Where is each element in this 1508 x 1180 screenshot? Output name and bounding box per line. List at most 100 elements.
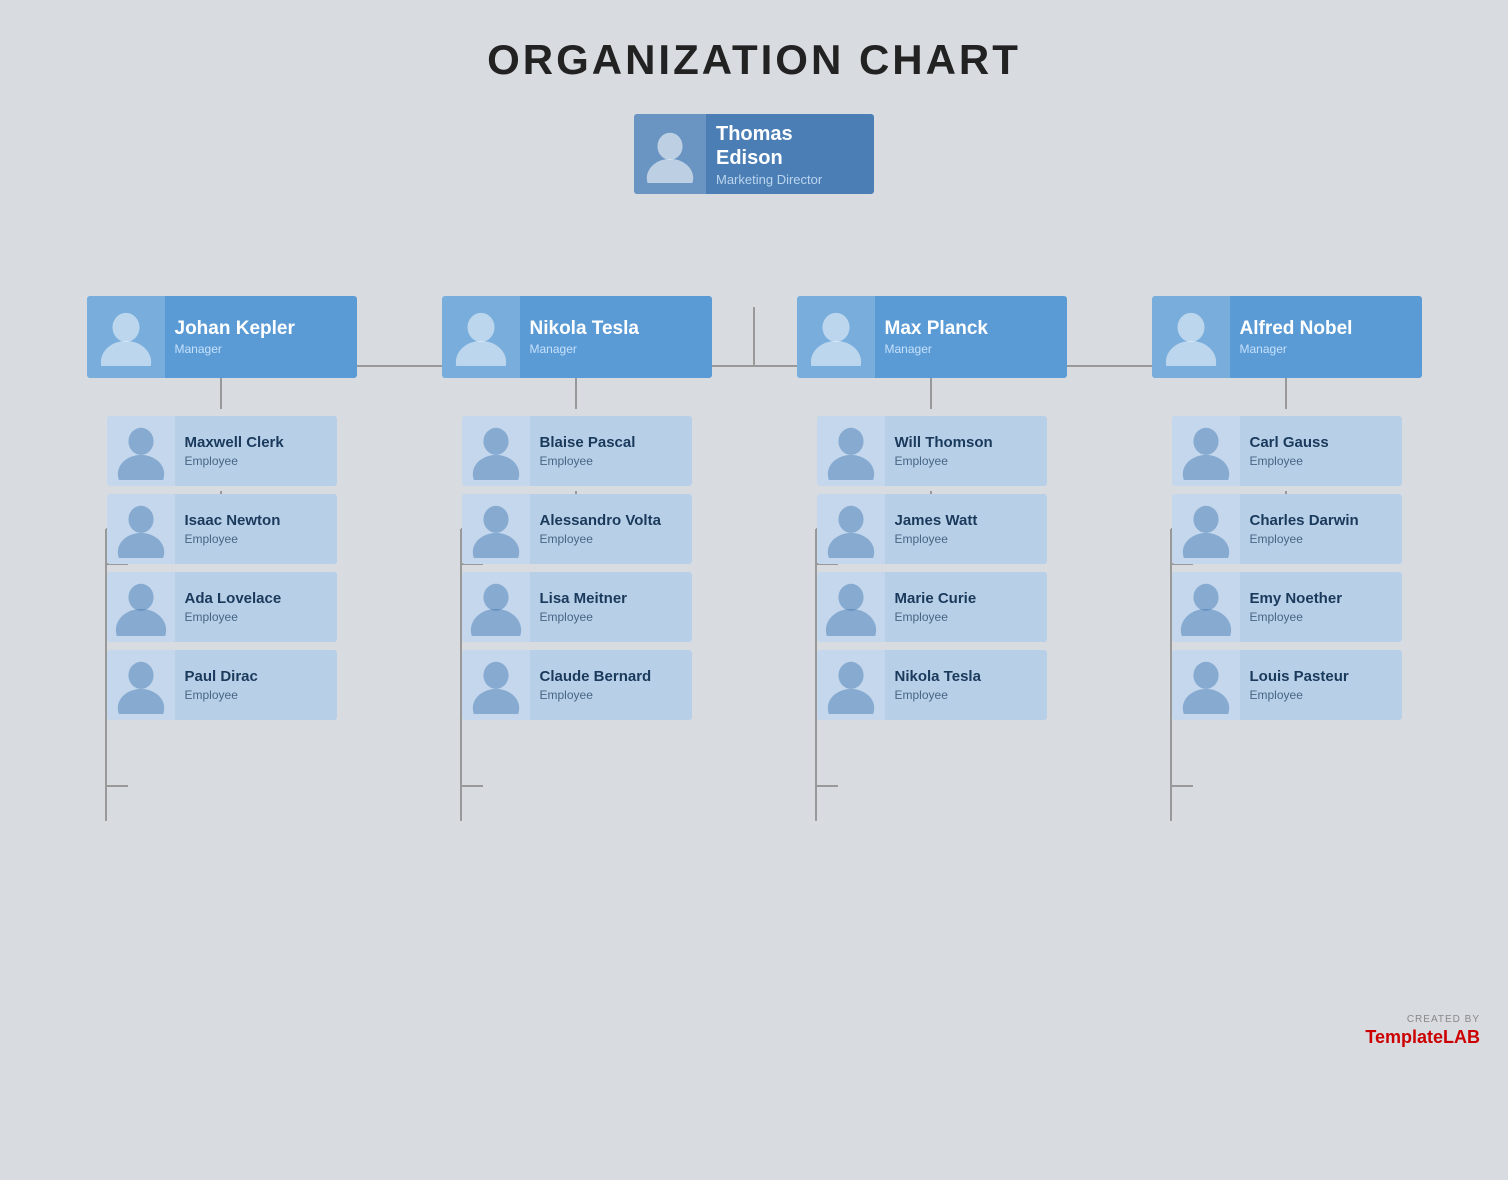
manager-role-1: Manager [530, 342, 639, 356]
employee-card[interactable]: Alessandro Volta Employee [462, 494, 692, 564]
avatar [462, 494, 530, 564]
emp-role: Employee [1250, 610, 1343, 624]
avatar [817, 650, 885, 720]
employee-card[interactable]: Ada Lovelace Employee [107, 572, 337, 642]
employee-card[interactable]: Charles Darwin Employee [1172, 494, 1402, 564]
employee-card[interactable]: Emy Noether Employee [1172, 572, 1402, 642]
manager-card-0[interactable]: Johan Kepler Manager [87, 296, 357, 378]
employee-card[interactable]: Claude Bernard Employee [462, 650, 692, 720]
top-role: Marketing Director [716, 172, 864, 187]
employee-card[interactable]: Marie Curie Employee [817, 572, 1047, 642]
emp-role: Employee [895, 454, 993, 468]
avatar [107, 494, 175, 564]
avatar [107, 416, 175, 486]
watermark-created: CREATED BY [1407, 1014, 1480, 1025]
col-3: Max Planck Manager Will Thomson [754, 296, 1109, 720]
emp-name: Charles Darwin [1250, 512, 1359, 530]
emp-role: Employee [1250, 454, 1329, 468]
emp-name: Alessandro Volta [540, 512, 661, 530]
emp-name: Blaise Pascal [540, 434, 636, 452]
employee-card[interactable]: Maxwell Clerk Employee [107, 416, 337, 486]
avatar [817, 494, 885, 564]
avatar [1172, 416, 1240, 486]
top-name: Thomas Edison [716, 122, 864, 170]
employee-card[interactable]: Lisa Meitner Employee [462, 572, 692, 642]
person-icon [97, 308, 155, 366]
emp-name: Ada Lovelace [185, 590, 282, 608]
employee-card[interactable]: Blaise Pascal Employee [462, 416, 692, 486]
avatar [817, 572, 885, 642]
person-icon [112, 422, 170, 480]
employee-card[interactable]: Carl Gauss Employee [1172, 416, 1402, 486]
emp-role: Employee [1250, 688, 1349, 702]
col-1: Johan Kepler Manager Maxwell Clerk [44, 296, 399, 720]
avatar [462, 416, 530, 486]
avatar [797, 296, 875, 378]
emp-name: Lisa Meitner [540, 590, 628, 608]
avatar [462, 650, 530, 720]
employee-card[interactable]: Will Thomson Employee [817, 416, 1047, 486]
emp-role: Employee [185, 454, 284, 468]
emp-role: Employee [895, 610, 977, 624]
employee-card[interactable]: James Watt Employee [817, 494, 1047, 564]
avatar [817, 416, 885, 486]
manager-role-3: Manager [1240, 342, 1353, 356]
employee-card[interactable]: Nikola Tesla Employee [817, 650, 1047, 720]
page-title: ORGANIZATION CHART [0, 0, 1508, 104]
manager-name-0: Johan Kepler [175, 318, 295, 341]
manager-card-3[interactable]: Alfred Nobel Manager [1152, 296, 1422, 378]
avatar [87, 296, 165, 378]
emp-role: Employee [540, 610, 628, 624]
employee-card[interactable]: Isaac Newton Employee [107, 494, 337, 564]
emp-name: Carl Gauss [1250, 434, 1329, 452]
emp-role: Employee [540, 532, 661, 546]
person-icon [112, 578, 170, 636]
avatar [1152, 296, 1230, 378]
person-icon [452, 308, 510, 366]
avatar [462, 572, 530, 642]
top-card[interactable]: Thomas Edison Marketing Director [634, 114, 874, 194]
avatar [107, 572, 175, 642]
emp-role: Employee [185, 688, 258, 702]
emp-name: Isaac Newton [185, 512, 281, 530]
person-icon [112, 656, 170, 714]
employee-card[interactable]: Louis Pasteur Employee [1172, 650, 1402, 720]
avatar [1172, 494, 1240, 564]
emp-role: Employee [895, 532, 978, 546]
emp-role: Employee [540, 688, 652, 702]
org-chart: Thomas Edison Marketing Director Johan K… [0, 114, 1508, 720]
emp-name: Marie Curie [895, 590, 977, 608]
col-4: Alfred Nobel Manager Carl Gauss [1109, 296, 1464, 720]
emp-name: James Watt [895, 512, 978, 530]
emp-name: Paul Dirac [185, 668, 258, 686]
emp-name: Louis Pasteur [1250, 668, 1349, 686]
manager-role-0: Manager [175, 342, 295, 356]
emp-role: Employee [185, 610, 282, 624]
emp-name: Nikola Tesla [895, 668, 981, 686]
avatar [1172, 572, 1240, 642]
emp-role: Employee [1250, 532, 1359, 546]
manager-name-2: Max Planck [885, 318, 989, 341]
manager-name-1: Nikola Tesla [530, 318, 639, 341]
emp-name: Will Thomson [895, 434, 993, 452]
manager-card-2[interactable]: Max Planck Manager [797, 296, 1067, 378]
emp-name: Claude Bernard [540, 668, 652, 686]
employee-card[interactable]: Paul Dirac Employee [107, 650, 337, 720]
manager-card-1[interactable]: Nikola Tesla Manager [442, 296, 712, 378]
avatar [442, 296, 520, 378]
col-2: Nikola Tesla Manager Blaise Pascal [399, 296, 754, 720]
manager-role-2: Manager [885, 342, 989, 356]
emp-role: Employee [185, 532, 281, 546]
person-icon [641, 125, 699, 183]
emp-name: Maxwell Clerk [185, 434, 284, 452]
avatar [107, 650, 175, 720]
emp-name: Emy Noether [1250, 590, 1343, 608]
person-icon [112, 500, 170, 558]
avatar [1172, 650, 1240, 720]
avatar [634, 114, 706, 194]
watermark: CREATED BY TemplateLAB [1365, 1014, 1480, 1048]
watermark-brand: TemplateLAB [1365, 1027, 1480, 1048]
emp-role: Employee [895, 688, 981, 702]
emp-role: Employee [540, 454, 636, 468]
manager-name-3: Alfred Nobel [1240, 318, 1353, 341]
